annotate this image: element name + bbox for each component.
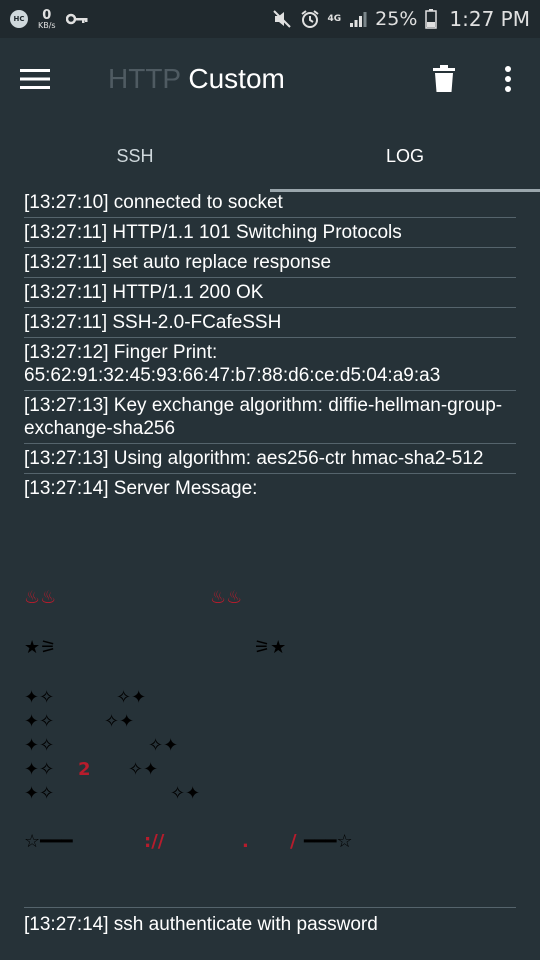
banner-row: ✧✦ [116, 687, 147, 708]
banner-row: ✧✦ [104, 711, 135, 732]
delete-button[interactable] [420, 38, 468, 120]
banner-row: ♨♨ [210, 587, 242, 609]
banner-url-part: / [290, 831, 297, 852]
hc-notification-icon: HC [10, 10, 28, 28]
banner-row: ✦✧ [24, 735, 55, 756]
banner-row: ✧✦ [148, 735, 179, 756]
log-entry: [13:27:11] SSH-2.0-FCafeSSH [24, 308, 516, 338]
log-panel[interactable]: [13:27:10] connected to socket [13:27:11… [0, 192, 540, 960]
banner-row: ✧✦ [128, 759, 159, 780]
banner-row: ✦✧ [24, 687, 55, 708]
battery-icon [425, 9, 438, 29]
banner-row: ☆━━━ [24, 831, 73, 852]
log-entry: [13:27:14] ssh authenticate with passwor… [24, 914, 378, 935]
signal-icon [350, 12, 367, 27]
menu-icon [20, 69, 50, 89]
alarm-icon [300, 10, 319, 28]
tab-ssh[interactable]: SSH [0, 120, 270, 192]
banner-row: ✦✧ [24, 759, 55, 780]
network-type: 4G [327, 13, 342, 24]
key-icon [65, 13, 88, 25]
banner-row: ✦✧ [24, 783, 55, 804]
net-speed-value: 0 [42, 7, 52, 23]
mute-icon [272, 10, 291, 28]
tab-log[interactable]: LOG [270, 120, 540, 192]
banner-row: ⚞★ [254, 637, 287, 658]
banner-row: ✧✦ [170, 783, 201, 804]
app-title: HTTP Custom [108, 63, 285, 95]
hotspring-icon: ♨♨ [210, 587, 243, 608]
battery-percent: 25% [375, 8, 418, 30]
banner-row: :// [144, 831, 164, 853]
log-list: [13:27:10] connected to socket [13:27:11… [24, 192, 516, 503]
log-divider [24, 907, 516, 908]
log-entry: [13:27:13] Key exchange algorithm: diffi… [24, 391, 516, 444]
banner-url-part: . [242, 831, 249, 852]
log-entry: [13:27:11] HTTP/1.1 200 OK [24, 278, 516, 308]
banner-row: ★⚞ [24, 637, 57, 658]
net-speed-unit: KB/s [38, 20, 56, 30]
app-title-part1: HTTP [108, 63, 181, 94]
clock: 1:27 PM [449, 7, 530, 31]
log-entry: [13:27:12] Finger Print: 65:62:91:32:45:… [24, 338, 516, 391]
delete-icon [433, 65, 455, 92]
log-entry: [13:27:13] Using algorithm: aes256-ctr h… [24, 444, 516, 474]
log-entry: [13:27:14] Server Message: [24, 478, 258, 499]
banner-number: 2 [78, 759, 91, 780]
banner-row: ♨♨ [24, 587, 56, 609]
app-bar: HTTP Custom [0, 38, 540, 120]
banner-row: ✦✧ [24, 711, 55, 732]
tab-bar: SSH LOG [0, 120, 540, 192]
banner-row: / [290, 831, 297, 853]
server-message-banner: ♨♨ ♨♨ ★⚞ ⚞★ ✦✧ ✧✦ ✦✧ ✧✦ ✦✧ ✧✦ ✦✧ 2 ✧✦ ✦✧… [24, 587, 516, 907]
banner-row: ━━━☆ [304, 831, 353, 852]
log-entry: [13:27:11] set auto replace response [24, 248, 516, 278]
more-vert-icon [505, 66, 511, 92]
banner-row: 2 [78, 759, 91, 781]
status-bar: HC 0 KB/s 4G 25% 1:27 PM [0, 0, 540, 38]
log-entry: [13:27:10] connected to socket [24, 192, 516, 218]
net-speed: 0 KB/s [38, 9, 56, 30]
banner-url-part: :// [144, 831, 165, 852]
log-entry: [13:27:11] HTTP/1.1 101 Switching Protoc… [24, 218, 516, 248]
app-title-part2: Custom [188, 63, 285, 94]
banner-row: . [242, 831, 249, 853]
more-options-button[interactable] [486, 38, 530, 120]
hotspring-icon: ♨♨ [24, 587, 57, 608]
menu-button[interactable] [0, 38, 70, 120]
